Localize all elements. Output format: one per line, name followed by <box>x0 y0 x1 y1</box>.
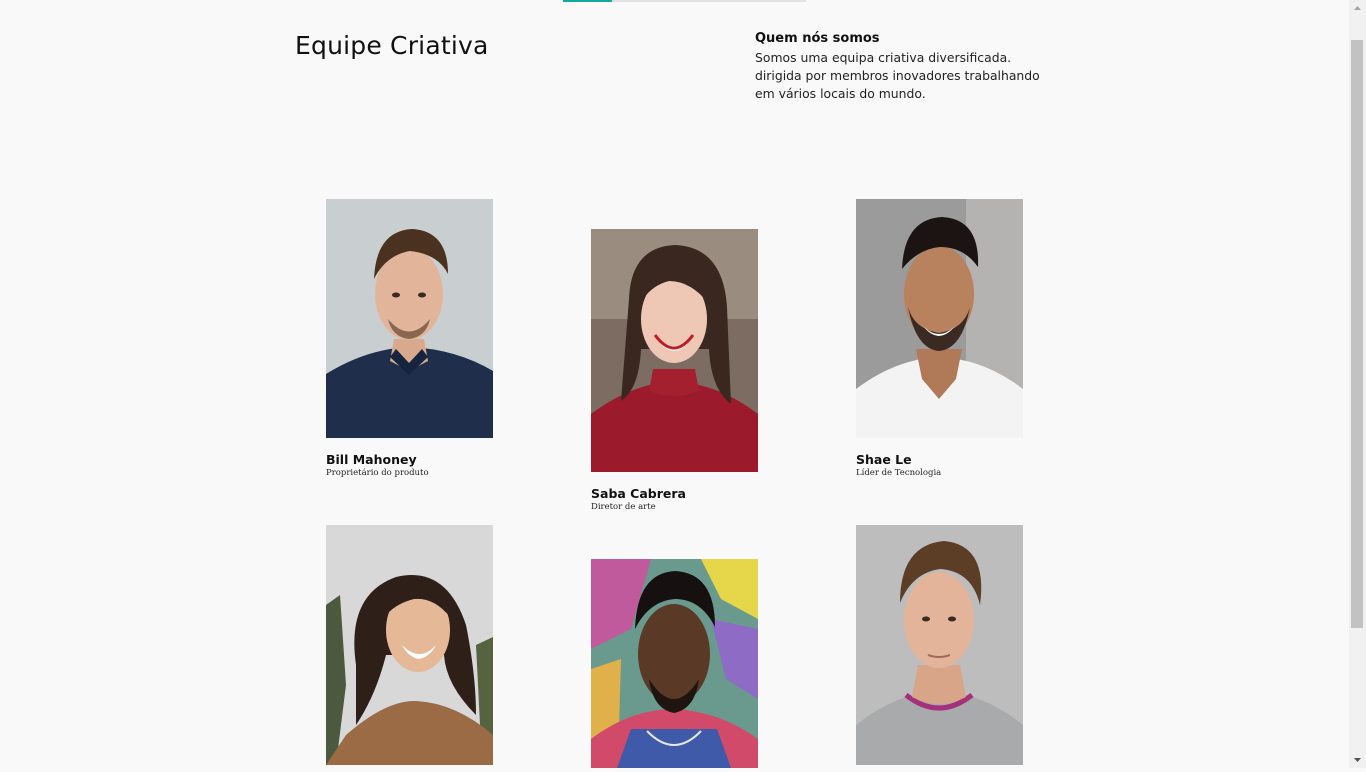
scroll-progress-bar <box>563 0 806 2</box>
team-member-card <box>856 525 1023 765</box>
scroll-progress-fill <box>563 0 612 2</box>
scrollbar-thumb[interactable] <box>1351 40 1363 628</box>
member-name: Shae Le <box>856 452 912 467</box>
page-scrollbar[interactable] <box>1349 0 1366 768</box>
team-member-card: Shae Le Líder de Tecnologia <box>856 199 1023 479</box>
member-role: Diretor de arte <box>591 502 656 512</box>
about-text: Somos uma equipa criativa diversificada.… <box>755 50 1040 101</box>
team-member-card <box>591 559 758 768</box>
team-member-card: Saba Cabrera Diretor de arte <box>591 229 758 513</box>
member-role: Proprietário do produto <box>326 468 429 478</box>
member-photo <box>591 229 758 472</box>
member-photo <box>326 199 493 438</box>
member-photo <box>856 525 1023 765</box>
member-photo <box>591 559 758 768</box>
scroll-down-arrow-icon[interactable] <box>1349 751 1366 768</box>
member-photo <box>856 199 1023 438</box>
team-member-card <box>326 525 493 765</box>
member-name: Saba Cabrera <box>591 486 686 501</box>
about-section: Quem nós somos Somos uma equipa criativa… <box>755 31 1055 103</box>
member-name: Bill Mahoney <box>326 452 417 467</box>
team-member-card: Bill Mahoney Proprietário do produto <box>326 199 493 479</box>
member-role: Líder de Tecnologia <box>856 468 942 478</box>
member-photo <box>326 525 493 765</box>
page-title: Equipe Criativa <box>295 31 489 60</box>
scroll-up-arrow-icon[interactable] <box>1349 0 1366 17</box>
about-heading: Quem nós somos <box>755 31 880 46</box>
